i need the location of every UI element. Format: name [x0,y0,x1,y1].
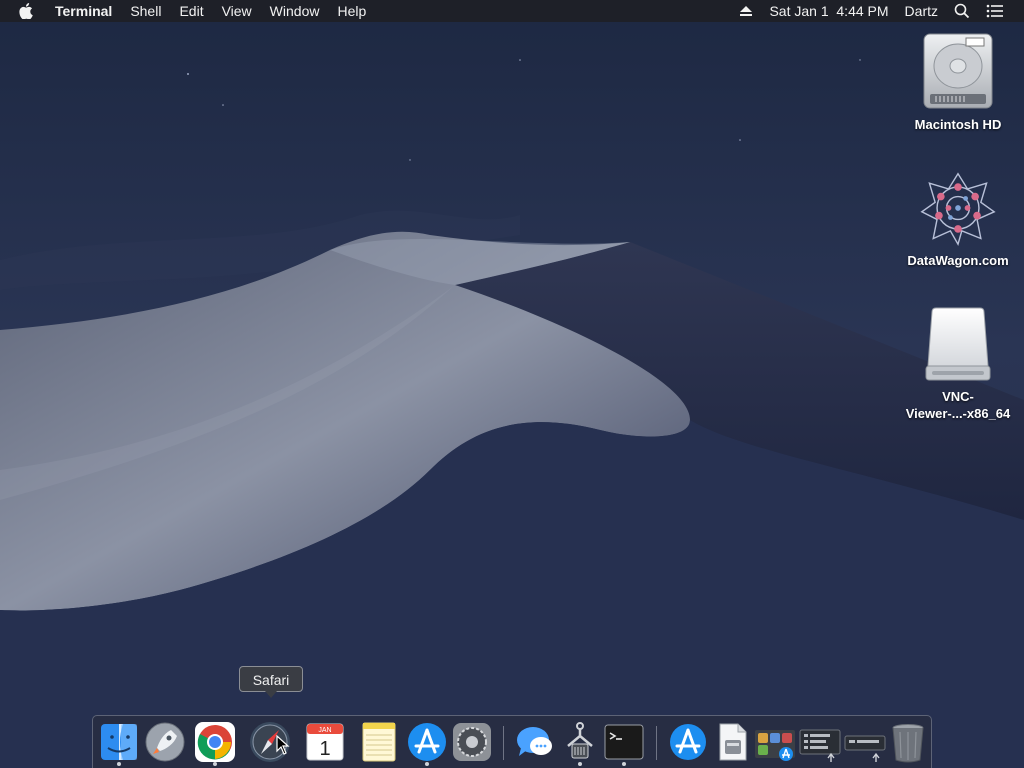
calendar-month: JAN [318,727,331,734]
dock-app-store-2[interactable] [666,720,710,764]
dock-downloads-stack[interactable] [843,720,887,764]
menu-edit[interactable]: Edit [170,0,212,22]
dock-network-utility[interactable] [558,720,602,764]
running-indicator [622,762,626,766]
menu-app-terminal[interactable]: Terminal [46,0,121,22]
calendar-icon: JAN 1 [306,723,344,761]
wallpaper [0,0,1024,768]
desktop[interactable]: Terminal Shell Edit View Window Help Sat… [0,0,1024,768]
running-indicator [117,762,121,766]
desktop-icon-label: DataWagon.com [907,253,1009,268]
spotlight-search-icon[interactable] [946,0,978,22]
messages-icon [517,727,552,756]
desktop-icon-label: Macintosh HD [914,117,1002,132]
rocket-icon [145,722,185,762]
dock-terminal[interactable] [602,720,646,764]
dock-notes[interactable] [357,720,401,764]
menu-bar-right: Sat Jan 1 4:44 PM Dartz [731,0,1024,22]
dock-chrome[interactable] [193,720,237,764]
dock-launchpad[interactable] [143,720,187,764]
running-indicator [425,762,429,766]
desktop-icon-macintosh-hd[interactable]: Macintosh HD [898,32,1018,133]
menu-view[interactable]: View [213,0,261,22]
vnc-label-line-2: Viewer-...-x86_64 [905,406,1011,421]
notes-icon [362,722,396,762]
notification-center-icon[interactable] [978,0,1012,22]
dock-calendar[interactable]: JAN 1 [303,720,347,764]
datawagon-logo-icon [918,168,998,248]
terminal-icon [604,724,644,760]
chrome-icon [195,722,235,762]
dock-tooltip: Safari [239,666,303,698]
dock-installer[interactable] [710,720,754,764]
documents-stack-icon [799,729,841,762]
menu-bar: Terminal Shell Edit View Window Help Sat… [0,0,1024,22]
dock-separator [656,726,657,760]
apple-menu-icon[interactable] [0,0,46,22]
menu-window[interactable]: Window [261,0,329,22]
finder-icon [101,724,137,760]
installer-document-icon [719,723,747,761]
dock: JAN 1 [92,715,932,768]
trash-icon [892,724,924,763]
desktop-icon-label: VNC- Viewer-...-x86_64 [898,388,1018,422]
mouse-cursor-icon [276,735,290,755]
menu-clock[interactable]: Sat Jan 1 4:44 PM [761,0,896,22]
applications-stack-icon [755,730,795,761]
eject-icon[interactable] [731,0,761,22]
dock-messages[interactable] [513,720,557,764]
downloads-stack-icon [844,735,886,762]
dock-system-preferences[interactable] [450,720,494,764]
running-indicator [578,762,582,766]
menu-help[interactable]: Help [328,0,375,22]
running-indicator [213,762,217,766]
network-utility-icon [567,722,593,759]
disk-image-icon [918,304,998,384]
dock-trash[interactable] [886,720,930,764]
dock-app-store[interactable] [405,720,449,764]
app-store-icon [670,724,706,760]
menu-user[interactable]: Dartz [897,0,946,22]
calendar-day: 1 [319,738,330,760]
menu-bar-left: Terminal Shell Edit View Window Help [0,0,375,22]
dock-finder[interactable] [97,720,141,764]
vnc-label-line-1: VNC- [942,389,974,404]
desktop-icon-datawagon[interactable]: DataWagon.com [898,168,1018,269]
desktop-icon-vnc-viewer[interactable]: VNC- Viewer-...-x86_64 [898,304,1018,422]
app-store-icon [408,723,446,761]
menu-shell[interactable]: Shell [121,0,170,22]
dock-separator [503,726,504,760]
dock-documents-stack[interactable] [798,720,842,764]
hard-drive-icon [918,32,998,112]
dock-applications-stack[interactable] [753,720,797,764]
gear-icon [453,723,491,761]
